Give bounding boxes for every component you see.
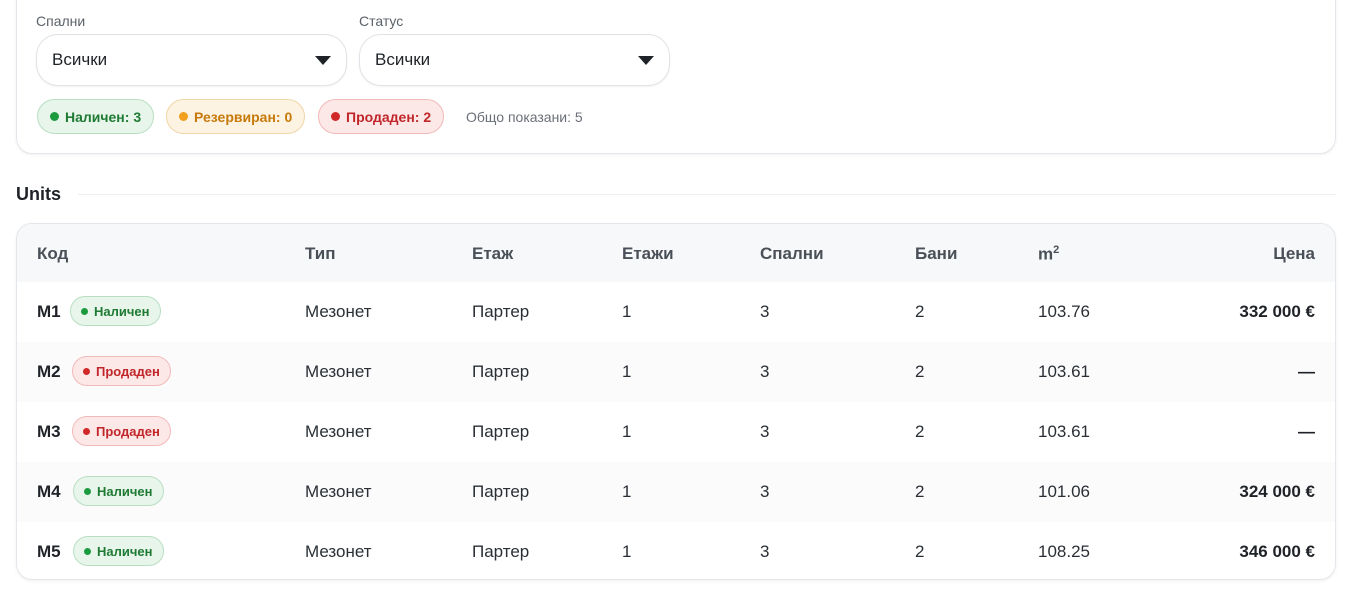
cell-floor: Партер	[472, 422, 530, 441]
reserved-count-label: Резервиран: 0	[194, 108, 293, 125]
unit-code: M3	[37, 422, 61, 441]
cell-area: 103.76	[1038, 302, 1090, 321]
cell-area: 108.25	[1038, 542, 1090, 561]
cell-baths: 2	[915, 542, 925, 561]
cell-type: Мезонет	[305, 422, 372, 441]
status-dot-icon	[83, 367, 90, 375]
status-select[interactable]: Всички	[359, 34, 670, 86]
header-area-sup: 2	[1053, 244, 1060, 256]
cell-price: 332 000 €	[1239, 302, 1315, 321]
cell-area: 101.06	[1038, 482, 1090, 501]
header-baths[interactable]: Бани	[915, 244, 957, 264]
status-select-value: Всички	[375, 50, 431, 69]
header-code[interactable]: Код	[37, 244, 68, 264]
unit-code: M2	[37, 362, 61, 381]
cell-floors: 1	[622, 422, 632, 441]
status-dot-icon	[331, 112, 340, 121]
cell-type: Мезонет	[305, 362, 372, 381]
table-row[interactable]: M3 Продаден Мезонет Партер 1 3 2 103.61 —	[17, 402, 1335, 462]
caret-down-icon	[638, 56, 654, 65]
cell-type: Мезонет	[305, 542, 372, 561]
sold-count-label: Продаден: 2	[346, 108, 432, 125]
cell-price: 324 000 €	[1239, 482, 1315, 501]
unit-code: M1	[37, 302, 61, 321]
cell-floor: Партер	[472, 362, 530, 381]
status-badge-label: Наличен	[97, 543, 153, 559]
available-count-chip[interactable]: Наличен: 3	[37, 99, 155, 134]
cell-baths: 2	[915, 422, 925, 441]
status-dot-icon	[81, 307, 88, 315]
cell-bedrooms: 3	[760, 302, 770, 321]
status-badge: Продаден	[72, 416, 171, 446]
cell-floor: Партер	[472, 542, 530, 561]
cell-floors: 1	[622, 302, 632, 321]
status-dot-icon	[83, 427, 90, 435]
bedrooms-select[interactable]: Всички	[36, 34, 347, 86]
status-badge-label: Продаден	[96, 423, 160, 439]
status-badge-label: Наличен	[94, 303, 150, 319]
cell-baths: 2	[915, 302, 925, 321]
sold-count-chip[interactable]: Продаден: 2	[318, 99, 445, 134]
units-table: Код Тип Етаж Етажи Спални Бани m2 Цена M…	[16, 223, 1336, 580]
cell-baths: 2	[915, 362, 925, 381]
status-dot-icon	[50, 112, 59, 121]
header-floor[interactable]: Етаж	[472, 244, 513, 264]
status-badge: Наличен	[70, 296, 161, 326]
header-price[interactable]: Цена	[1273, 244, 1315, 264]
cell-price: —	[1298, 362, 1315, 381]
section-title: Units	[16, 184, 61, 204]
header-area-unit: m	[1038, 244, 1054, 264]
caret-down-icon	[315, 56, 331, 65]
status-dot-icon	[179, 112, 188, 121]
unit-code: M4	[37, 482, 61, 501]
table-row[interactable]: M1 Наличен Мезонет Партер 1 3 2 103.76 332 000 €	[17, 282, 1335, 342]
total-shown: Общо показани: 5	[466, 109, 583, 125]
cell-area: 103.61	[1038, 422, 1090, 441]
status-badge-label: Продаден	[96, 363, 160, 379]
header-floors[interactable]: Етажи	[622, 244, 674, 264]
cell-type: Мезонет	[305, 482, 372, 501]
header-bedrooms[interactable]: Спални	[760, 244, 824, 264]
cell-type: Мезонет	[305, 302, 372, 321]
cell-bedrooms: 3	[760, 542, 770, 561]
unit-code: M5	[37, 542, 61, 561]
status-badge: Продаден	[72, 356, 171, 386]
table-header: Код Тип Етаж Етажи Спални Бани m2 Цена	[17, 224, 1335, 282]
header-area[interactable]: m2	[1038, 244, 1059, 265]
cell-bedrooms: 3	[760, 362, 770, 381]
status-badge: Наличен	[73, 536, 164, 566]
status-dot-icon	[84, 487, 91, 495]
section-divider	[78, 194, 1336, 195]
cell-floors: 1	[622, 362, 632, 381]
table-row[interactable]: M2 Продаден Мезонет Партер 1 3 2 103.61 —	[17, 342, 1335, 402]
table-row[interactable]: M5 Наличен Мезонет Партер 1 3 2 108.25 346 000 €	[17, 522, 1335, 579]
cell-price: —	[1298, 422, 1315, 441]
table-row[interactable]: M4 Наличен Мезонет Партер 1 3 2 101.06 324 000 €	[17, 462, 1335, 522]
cell-baths: 2	[915, 482, 925, 501]
status-badge: Наличен	[73, 476, 164, 506]
bedrooms-select-value: Всички	[52, 50, 108, 69]
bedrooms-filter-label: Спални	[36, 13, 86, 29]
reserved-count-chip[interactable]: Резервиран: 0	[166, 99, 306, 134]
cell-bedrooms: 3	[760, 482, 770, 501]
status-badge-label: Наличен	[97, 483, 153, 499]
cell-bedrooms: 3	[760, 422, 770, 441]
available-count-label: Наличен: 3	[65, 108, 142, 125]
cell-floor: Партер	[472, 302, 530, 321]
cell-floors: 1	[622, 482, 632, 501]
status-dot-icon	[84, 547, 91, 555]
cell-area: 103.61	[1038, 362, 1090, 381]
cell-floors: 1	[622, 542, 632, 561]
cell-price: 346 000 €	[1239, 542, 1315, 561]
status-filter-label: Статус	[359, 13, 404, 29]
filter-panel: Спални Всички Статус Всички Наличен: 3 Р…	[16, 0, 1336, 154]
cell-floor: Партер	[472, 482, 530, 501]
header-type[interactable]: Тип	[305, 244, 335, 264]
